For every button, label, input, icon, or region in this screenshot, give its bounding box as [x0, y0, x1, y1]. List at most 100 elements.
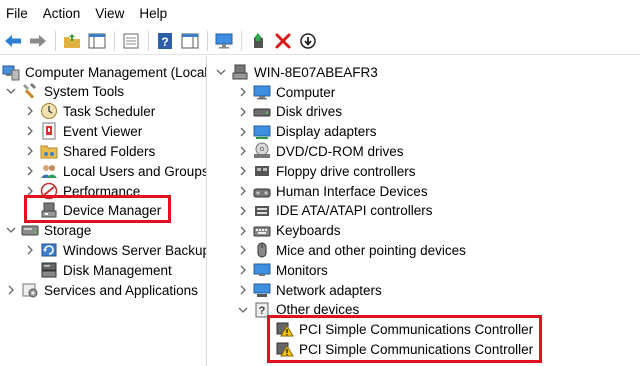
device-category-label: Mice and other pointing devices — [276, 242, 466, 258]
action-pane-icon[interactable] — [179, 30, 201, 52]
pci-controllers-highlight-box — [267, 315, 542, 363]
disable-device-icon[interactable] — [297, 30, 319, 52]
storage-icon — [21, 221, 39, 239]
chevron-right-icon[interactable] — [236, 164, 250, 178]
tree-item-label: Services and Applications — [44, 282, 198, 298]
tree-item-storage[interactable]: Storage — [4, 220, 91, 240]
chevron-down-icon[interactable] — [4, 223, 18, 237]
tree-item-services-applications[interactable]: Services and Applications — [4, 280, 198, 300]
keyboard-icon — [253, 222, 271, 240]
update-driver-icon[interactable] — [247, 30, 269, 52]
chevron-right-icon[interactable] — [236, 144, 250, 158]
device-category-mice-and-other-pointing-devices[interactable]: Mice and other pointing devices — [236, 240, 466, 260]
tree-item-local-users-groups[interactable]: Local Users and Groups — [23, 161, 207, 181]
hid-icon — [253, 182, 271, 200]
network-adapter-icon — [253, 281, 271, 299]
properties-icon[interactable] — [120, 30, 142, 52]
computer-host-icon — [231, 63, 249, 81]
tree-item-task-scheduler[interactable]: Task Scheduler — [23, 101, 155, 121]
device-category-label: IDE ATA/ATAPI controllers — [276, 203, 433, 219]
device-category-label: Human Interface Devices — [276, 183, 428, 199]
dvd-drive-icon — [253, 142, 271, 160]
menu-view[interactable]: View — [95, 6, 133, 21]
tree-item-label: Storage — [44, 222, 92, 238]
device-category-label: Monitors — [276, 262, 328, 278]
chevron-right-icon[interactable] — [23, 144, 37, 158]
chevron-right-icon[interactable] — [236, 224, 250, 238]
tree-item-windows-server-backup[interactable]: Windows Server Backup — [23, 240, 206, 260]
display-adapter-icon — [253, 123, 271, 141]
chevron-right-icon[interactable] — [236, 243, 250, 257]
uninstall-device-icon[interactable] — [272, 30, 294, 52]
tree-item-event-viewer[interactable]: Event Viewer — [23, 121, 142, 141]
services-icon — [21, 281, 39, 299]
back-arrow-icon[interactable] — [2, 30, 24, 52]
device-category-label: Keyboards — [276, 223, 341, 239]
device-category-ide-ata-atapi-controllers[interactable]: IDE ATA/ATAPI controllers — [236, 201, 433, 221]
device-category-dvd-cd-rom-drives[interactable]: DVD/CD-ROM drives — [236, 141, 404, 161]
device-host-node[interactable]: WIN-8E07ABEAFR3 — [214, 62, 378, 82]
chevron-down-icon[interactable] — [4, 84, 18, 98]
up-folder-icon[interactable] — [61, 30, 83, 52]
tree-item-system-tools[interactable]: System Tools — [4, 81, 124, 101]
tree-item-label: Local Users and Groups — [63, 163, 207, 179]
device-category-display-adapters[interactable]: Display adapters — [236, 122, 377, 142]
clock-icon — [40, 102, 58, 120]
tree-item-shared-folders[interactable]: Shared Folders — [23, 141, 155, 161]
chevron-right-icon[interactable] — [23, 243, 37, 257]
help-icon[interactable]: ? — [154, 30, 176, 52]
tree-item-label: Event Viewer — [63, 123, 143, 139]
device-host-label: WIN-8E07ABEAFR3 — [254, 64, 378, 80]
chevron-right-icon[interactable] — [236, 125, 250, 139]
device-category-label: Floppy drive controllers — [276, 163, 416, 179]
console-tree-pane: Computer Management (Local System Tools … — [0, 56, 207, 366]
chevron-right-icon[interactable] — [236, 184, 250, 198]
chevron-down-icon[interactable] — [214, 65, 228, 79]
menu-action[interactable]: Action — [43, 6, 90, 21]
computer-management-icon — [2, 63, 20, 81]
device-manager-highlight-box — [24, 195, 171, 223]
device-category-computer[interactable]: Computer — [236, 82, 335, 102]
ide-controller-icon — [253, 202, 271, 220]
device-category-keyboards[interactable]: Keyboards — [236, 221, 341, 241]
forward-arrow-icon[interactable] — [27, 30, 49, 52]
disk-drive-icon — [253, 103, 271, 121]
scan-hardware-icon[interactable] — [213, 30, 235, 52]
users-icon — [40, 162, 58, 180]
chevron-right-icon[interactable] — [236, 283, 250, 297]
chevron-right-icon[interactable] — [23, 164, 37, 178]
device-category-label: Display adapters — [276, 124, 377, 140]
show-hide-tree-icon[interactable] — [86, 30, 108, 52]
toolbar-separator — [207, 30, 208, 51]
device-category-label: Network adapters — [276, 282, 382, 298]
device-category-monitors[interactable]: Monitors — [236, 260, 328, 280]
computer-icon — [253, 83, 271, 101]
chevron-right-icon[interactable] — [23, 124, 37, 138]
tree-item-label: Computer Management (Local — [25, 64, 207, 80]
tree-item-disk-management[interactable]: Disk Management — [40, 260, 172, 280]
chevron-down-icon[interactable] — [236, 303, 250, 317]
toolbar-separator — [55, 30, 56, 51]
device-category-floppy-drive-controllers[interactable]: Floppy drive controllers — [236, 161, 416, 181]
chevron-right-icon[interactable] — [236, 85, 250, 99]
menu-file[interactable]: File — [6, 6, 37, 21]
monitor-icon — [253, 261, 271, 279]
event-viewer-icon — [40, 122, 58, 140]
chevron-right-icon[interactable] — [236, 105, 250, 119]
device-category-label: Disk drives — [276, 104, 343, 120]
toolbar-separator — [241, 30, 242, 51]
svg-text:?: ? — [259, 305, 266, 317]
menu-bar: File Action View Help — [0, 0, 640, 27]
shared-folder-icon — [40, 142, 58, 160]
toolbar-separator — [148, 30, 149, 51]
chevron-right-icon[interactable] — [236, 263, 250, 277]
chevron-right-icon[interactable] — [4, 283, 18, 297]
backup-icon — [40, 241, 58, 259]
chevron-right-icon[interactable] — [23, 104, 37, 118]
device-category-human-interface-devices[interactable]: Human Interface Devices — [236, 181, 428, 201]
menu-help[interactable]: Help — [139, 6, 176, 21]
tree-item-computer-management[interactable]: Computer Management (Local — [2, 62, 207, 82]
chevron-right-icon[interactable] — [236, 204, 250, 218]
device-category-network-adapters[interactable]: Network adapters — [236, 280, 382, 300]
device-category-disk-drives[interactable]: Disk drives — [236, 102, 342, 122]
